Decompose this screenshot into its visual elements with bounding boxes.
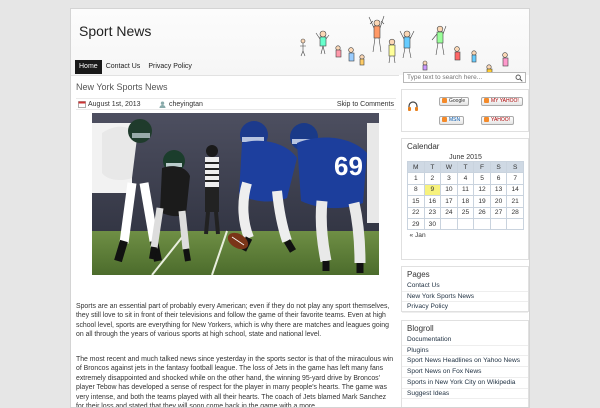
calendar-day-cell: 9	[423, 183, 442, 197]
calendar-day-cell: 18	[456, 195, 475, 208]
rss-icon	[484, 117, 489, 122]
calendar-week-row: 1234567	[407, 172, 524, 185]
calendar-day-cell: 13	[489, 183, 508, 197]
blogroll-item-fox-news[interactable]: Sport News on Fox News	[402, 367, 528, 378]
search-placeholder: Type text to search here...	[407, 74, 483, 81]
post-meta: August 1st, 2013 cheyingtan Skip to Comm…	[76, 98, 396, 110]
blogroll-widget: Blogroll Documentation Plugins Sport New…	[401, 320, 529, 407]
add-to-yahoo-button[interactable]: YAHOO!	[481, 116, 515, 125]
nav-contact-us[interactable]: Contact Us	[102, 60, 145, 74]
calendar-week-row: 15 16 17 18 19 20 21	[407, 195, 524, 208]
calendar-day-cell: 25	[456, 206, 475, 219]
calendar-day-header: T	[423, 160, 442, 174]
calendar-day-cell: 23	[423, 206, 442, 219]
calendar-widget: Calendar June 2015 MTWTFSS 1 2 3 4 5 6 7 8 9 10 11…	[401, 138, 529, 260]
calendar-day-cell: 22	[407, 206, 425, 219]
pages-title: Pages	[407, 270, 430, 279]
page-container: Sport News Home Contact Us Privacy Polic…	[70, 8, 530, 408]
calendar-day-cell: 4	[456, 172, 475, 185]
add-to-google-button[interactable]: Google	[439, 97, 470, 106]
calendar-day-cell: 19	[473, 195, 491, 208]
site-title[interactable]: Sport News	[79, 22, 151, 42]
site-header: Sport News Home Contact Us Privacy Polic…	[71, 9, 529, 75]
calendar-week-row: 8 9 10 11 12 13 14	[407, 183, 524, 197]
calendar-day-cell: 6	[489, 172, 508, 185]
nav-privacy-policy[interactable]: Privacy Policy	[144, 60, 196, 74]
search-icon[interactable]	[515, 74, 523, 82]
calendar-day-header: S	[506, 160, 524, 174]
pages-item-privacy-policy[interactable]: Privacy Policy	[402, 302, 528, 314]
add-to-myyahoo-button[interactable]: MY YAHOO!	[481, 97, 523, 106]
post-date: August 1st, 2013	[88, 101, 141, 108]
calendar-day-cell: 30	[423, 217, 442, 231]
post-paragraph-2: The most recent and much talked news sin…	[76, 356, 394, 408]
subscribe-widget: Google MY YAHOO! MSN YAHOO!	[401, 89, 529, 132]
main-content: New York Sports News August 1st, 2013 ch…	[71, 75, 399, 408]
calendar-day-cell	[506, 217, 524, 231]
nav-home[interactable]: Home	[75, 60, 102, 74]
rss-icon	[442, 98, 447, 103]
calendar-week-row: 29 30	[407, 217, 524, 231]
calendar-day-cell: 15	[407, 195, 425, 208]
calendar-day-header: S	[489, 160, 508, 174]
calendar-day-header: W	[440, 160, 458, 174]
pages-widget: Pages Contact Us New York Sports News Pr…	[401, 266, 529, 314]
calendar-day-cell: 11	[456, 183, 475, 197]
pages-item-new-york-sports-news[interactable]: New York Sports News	[402, 292, 528, 303]
search-input[interactable]: Type text to search here...	[403, 72, 526, 83]
calendar-day-cell: 5	[473, 172, 491, 185]
svg-text:69: 69	[334, 151, 363, 181]
calendar-day-cell: 20	[489, 195, 508, 208]
blogroll-item-plugins[interactable]: Plugins	[402, 346, 528, 357]
main-nav: Home Contact Us Privacy Policy	[75, 60, 196, 74]
post-author[interactable]: cheyingtan	[169, 99, 203, 110]
calendar-prev-link[interactable]: « Jan	[408, 230, 458, 241]
rss-icon	[442, 117, 447, 122]
calendar-day-cell: 24	[440, 206, 458, 219]
calendar-day-header: F	[473, 160, 491, 174]
calendar-day-cell	[440, 217, 458, 231]
add-to-msn-button[interactable]: MSN	[439, 116, 465, 125]
calendar-day-cell	[456, 217, 475, 231]
pages-item-contact-us[interactable]: Contact Us	[402, 281, 528, 292]
rss-icon	[484, 98, 489, 103]
calendar-day-cell: 3	[440, 172, 458, 185]
skip-to-comments-link[interactable]: Skip to Comments	[337, 99, 394, 110]
blogroll-title: Blogroll	[407, 324, 434, 333]
calendar-day-cell: 26	[473, 206, 491, 219]
calendar-day-cell: 17	[440, 195, 458, 208]
headphones-icon	[408, 101, 418, 111]
calendar-day-cell: 1	[407, 172, 425, 185]
calendar-day-cell: 12	[473, 183, 491, 197]
football-photo: 69	[92, 113, 379, 275]
calendar-day-cell: 29	[407, 217, 425, 231]
calendar-day-cell: 27	[489, 206, 508, 219]
user-icon	[159, 101, 166, 108]
calendar-day-cell	[489, 217, 508, 231]
blogroll-item-suggest-ideas[interactable]: Suggest Ideas	[402, 389, 528, 400]
post-title[interactable]: New York Sports News	[76, 81, 168, 94]
calendar-title: Calendar	[407, 142, 440, 151]
calendar-day-cell: 8	[407, 183, 425, 197]
blogroll-item-yahoo-news[interactable]: Sport News Headlines on Yahoo News	[402, 356, 528, 368]
kids-illustration	[300, 15, 509, 75]
calendar-day-cell: 28	[506, 206, 524, 219]
calendar-day-cell: 2	[423, 172, 442, 185]
blogroll-item-documentation[interactable]: Documentation	[402, 335, 528, 346]
calendar-day-cell: 16	[423, 195, 442, 208]
calendar-day-cell: 10	[440, 183, 458, 197]
calendar-grid: MTWTFSS 1 2 3 4 5 6 7 8 9 10 11 12 13 14 15 16 17 18 19 20 2…	[407, 160, 524, 241]
calendar-day-cell	[473, 217, 491, 231]
calendar-day-cell: 7	[506, 172, 524, 185]
calendar-day-cell: 14	[506, 183, 524, 197]
calendar-day-cell: 21	[506, 195, 524, 208]
calendar-week-row: 22 23 24 25 26 27 28	[407, 206, 524, 219]
calendar-icon	[78, 101, 86, 108]
blogroll-item-wikipedia[interactable]: Sports in New York City on Wikipedia	[402, 378, 528, 389]
calendar-day-header: T	[456, 160, 475, 174]
post-paragraph-1: Sports are an essential part of probably…	[76, 303, 390, 339]
calendar-day-header: M	[407, 160, 425, 174]
